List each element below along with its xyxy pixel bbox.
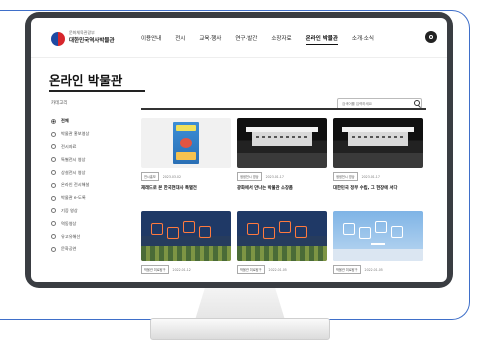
category-item[interactable]: 온라인 전시해설 bbox=[51, 179, 89, 192]
site-header: 문화체육관광부 대한민국역사박물관 이용안내 전시 교육·행사 연구·발간 소장… bbox=[31, 18, 447, 58]
category-list: 전체 박물관 홍보영상 전시자료 특별전시 영상 상설전시 영상 온라인 전시해… bbox=[51, 115, 89, 256]
category-item[interactable]: 역동영상 bbox=[51, 217, 89, 230]
content-card[interactable]: 생생전시 영상 2023.01.17 광화에서 만나는 박물관 소장품 bbox=[237, 118, 327, 191]
nav-item-online-museum[interactable]: 온라인 박물관 bbox=[305, 34, 338, 45]
card-title[interactable]: 재래드로 본 한국현대사 특별전 bbox=[141, 185, 231, 191]
radio-icon bbox=[51, 182, 56, 188]
content-card[interactable]: 생생전시 영상 2023.01.17 대한민국 정부 수립, 그 현장에 서다 bbox=[333, 118, 423, 191]
content-card[interactable]: 전시홍보 2023.03.02 재래드로 본 한국현대사 특별전 bbox=[141, 118, 231, 191]
poster-image bbox=[173, 122, 199, 164]
radio-icon bbox=[51, 157, 56, 163]
global-nav: 이용안내 전시 교육·행사 연구·발간 소장자료 온라인 박물관 소개·소식 bbox=[141, 34, 374, 45]
content-card[interactable]: 박물관 미로탐구 2022.01.05 bbox=[333, 211, 423, 274]
nav-item-about[interactable]: 소개·소식 bbox=[352, 34, 374, 45]
card-thumbnail[interactable] bbox=[141, 211, 231, 261]
card-title[interactable]: 광화에서 만나는 박물관 소장품 bbox=[237, 185, 327, 191]
radio-icon bbox=[51, 144, 56, 150]
category-label: 카테고리 bbox=[51, 101, 68, 106]
radio-icon bbox=[51, 195, 56, 201]
building-image bbox=[246, 127, 318, 146]
museum-logo-icon[interactable] bbox=[51, 32, 65, 46]
card-thumbnail[interactable] bbox=[237, 211, 327, 261]
nav-item-collection[interactable]: 소장자료 bbox=[271, 34, 291, 45]
nav-item-exhibition[interactable]: 전시 bbox=[175, 34, 185, 45]
category-item[interactable]: 박물관 홍보영상 bbox=[51, 128, 89, 141]
category-item[interactable]: 상설전시 영상 bbox=[51, 166, 89, 179]
card-date: 2022.01.12 bbox=[172, 267, 191, 272]
radio-icon bbox=[51, 170, 56, 176]
card-date: 2022.01.05 bbox=[364, 267, 383, 272]
card-thumbnail[interactable] bbox=[141, 118, 231, 168]
content-divider bbox=[141, 108, 426, 110]
nav-item-education[interactable]: 교육·행사 bbox=[199, 34, 221, 45]
screen: 문화체육관광부 대한민국역사박물관 이용안내 전시 교육·행사 연구·발간 소장… bbox=[31, 18, 447, 282]
card-thumbnail[interactable] bbox=[333, 118, 423, 168]
card-badge: 박물관 미로탐구 bbox=[237, 265, 265, 274]
card-badge: 생생전시 영상 bbox=[237, 172, 262, 181]
category-item[interactable]: 유고유해선 bbox=[51, 230, 89, 243]
card-date: 2023.01.17 bbox=[265, 174, 284, 179]
search-icon[interactable] bbox=[414, 100, 420, 106]
card-title[interactable]: 대한민국 정부 수립, 그 현장에 서다 bbox=[333, 185, 423, 191]
monitor: 문화체육관광부 대한민국역사박물관 이용안내 전시 교육·행사 연구·발간 소장… bbox=[25, 12, 453, 288]
card-thumbnail[interactable] bbox=[333, 211, 423, 261]
card-date: 2022.01.05 bbox=[268, 267, 287, 272]
card-thumbnail[interactable] bbox=[237, 118, 327, 168]
content-card[interactable]: 박물관 미로탐구 2022.01.05 bbox=[237, 211, 327, 274]
radio-icon bbox=[51, 221, 56, 227]
category-item[interactable]: 전시자료 bbox=[51, 141, 89, 154]
category-item[interactable]: 문화공연 bbox=[51, 243, 89, 256]
content-card[interactable]: 박물관 미로탐구 2022.01.12 bbox=[141, 211, 231, 274]
radio-icon bbox=[51, 208, 56, 214]
category-item[interactable]: 특별전시 영상 bbox=[51, 153, 89, 166]
neon-sign-image bbox=[247, 221, 317, 241]
card-badge: 박물관 미로탐구 bbox=[333, 265, 361, 274]
building-image bbox=[342, 127, 414, 146]
page-title: 온라인 박물관 bbox=[49, 73, 123, 88]
card-badge: 생생전시 영상 bbox=[333, 172, 358, 181]
nav-item-guide[interactable]: 이용안내 bbox=[141, 34, 161, 45]
menu-icon[interactable] bbox=[425, 31, 437, 43]
category-item[interactable]: 박물관 e-도록 bbox=[51, 192, 89, 205]
radio-icon bbox=[51, 131, 56, 137]
card-date: 2023.03.02 bbox=[162, 174, 181, 179]
radio-icon bbox=[51, 118, 56, 124]
sign-image bbox=[343, 221, 413, 241]
category-item-all[interactable]: 전체 bbox=[51, 115, 89, 128]
logo-museum-name[interactable]: 대한민국역사박물관 bbox=[69, 36, 115, 44]
monitor-stand-base bbox=[150, 318, 330, 340]
card-badge: 전시홍보 bbox=[141, 172, 159, 181]
radio-icon bbox=[51, 246, 56, 252]
category-item[interactable]: 기증 영상 bbox=[51, 205, 89, 218]
nav-item-research[interactable]: 연구·발간 bbox=[235, 34, 257, 45]
card-date: 2023.01.17 bbox=[361, 174, 380, 179]
card-badge: 박물관 미로탐구 bbox=[141, 265, 169, 274]
radio-icon bbox=[51, 234, 56, 240]
neon-sign-image bbox=[151, 221, 221, 241]
title-divider bbox=[49, 90, 145, 92]
